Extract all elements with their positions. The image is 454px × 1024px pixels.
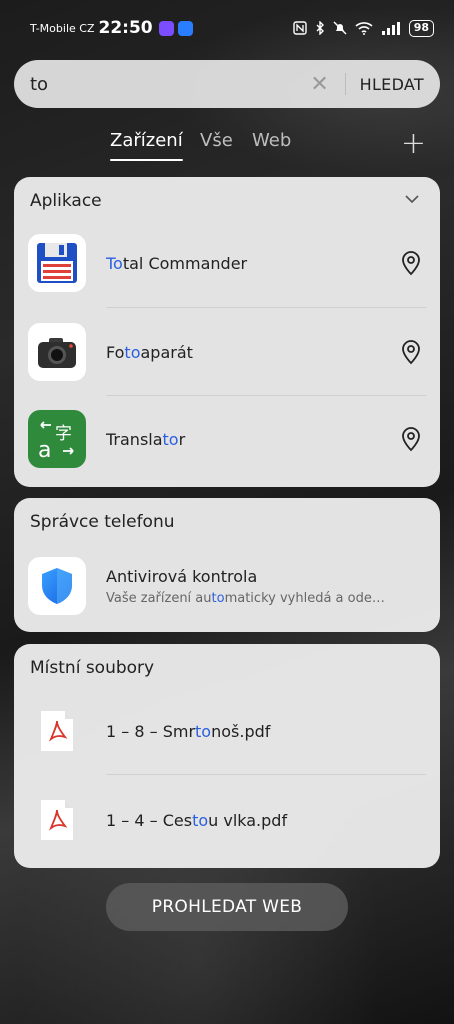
svg-text:字: 字 xyxy=(55,424,72,444)
carrier-name: T-Mobile CZ xyxy=(30,21,95,35)
label-part: Fo xyxy=(106,342,125,362)
local-files-section-title: Místní soubory xyxy=(30,658,155,678)
pdf-icon xyxy=(28,791,86,849)
desc-part: maticky vyhledá a ode… xyxy=(224,590,385,606)
antivirus-label: Antivirová kontrola xyxy=(106,566,258,586)
match-highlight: to xyxy=(124,342,141,362)
match-highlight: To xyxy=(106,253,123,273)
wifi-icon xyxy=(355,22,373,35)
app-label: Total Commander xyxy=(106,254,398,273)
row-divider xyxy=(106,307,426,308)
app-item-total-commander[interactable]: Total Commander xyxy=(14,233,440,293)
shield-icon xyxy=(28,557,86,615)
signal-icon xyxy=(381,22,400,35)
app-item-translator[interactable]: a 字 Translator xyxy=(14,409,440,469)
messenger-notification-icon xyxy=(177,20,193,36)
app-label: Translator xyxy=(106,430,398,449)
search-input[interactable] xyxy=(30,73,305,95)
match-highlight: to xyxy=(192,810,209,830)
file-item[interactable]: 1 – 8 – Smrtonoš.pdf xyxy=(14,701,440,761)
antivirus-item[interactable]: Antivirová kontrola Vaše zařízení automa… xyxy=(14,556,440,616)
phone-manager-card: Správce telefonu Antivirová kontrola Vaš… xyxy=(14,498,440,632)
label-part: aparát xyxy=(140,342,193,362)
chevron-down-icon[interactable] xyxy=(404,191,420,207)
add-icon[interactable]: + xyxy=(401,126,426,162)
tab-all[interactable]: Vše xyxy=(200,130,233,151)
search-web-button[interactable]: PROHLEDAT WEB xyxy=(106,883,348,931)
status-icons: 98 xyxy=(292,19,434,37)
label-part: noš.pdf xyxy=(211,721,271,741)
match-highlight: to xyxy=(211,590,225,606)
row-divider xyxy=(106,774,426,775)
mute-icon xyxy=(333,21,347,35)
phone-manager-section-title: Správce telefonu xyxy=(30,512,175,532)
translate-icon: a 字 xyxy=(28,410,86,468)
desc-part: Vaše zařízení au xyxy=(106,590,212,606)
match-highlight: to xyxy=(162,429,179,449)
search-bar: ✕ HLEDAT xyxy=(14,60,440,108)
file-label: 1 – 8 – Smrtonoš.pdf xyxy=(106,722,440,741)
status-bar: T-Mobile CZ 22:50 98 xyxy=(0,0,454,56)
label-part: tal Commander xyxy=(122,253,248,273)
file-item[interactable]: 1 – 4 – Cestou vlka.pdf xyxy=(14,790,440,850)
file-label: 1 – 4 – Cestou vlka.pdf xyxy=(106,811,440,830)
clear-icon[interactable]: ✕ xyxy=(305,72,335,97)
apps-section-title: Aplikace xyxy=(30,191,102,211)
location-pin-icon[interactable] xyxy=(398,426,424,452)
location-pin-icon[interactable] xyxy=(398,250,424,276)
local-files-card: Místní soubory 1 – 8 – Smrtonoš.pdf 1 – … xyxy=(14,644,440,868)
row-divider xyxy=(106,395,426,396)
svg-text:a: a xyxy=(38,438,51,461)
label-part: 1 – 8 – Smr xyxy=(106,721,196,741)
tab-web[interactable]: Web xyxy=(252,130,291,151)
floppy-disk-icon xyxy=(28,234,86,292)
search-submit-button[interactable]: HLEDAT xyxy=(360,75,424,94)
location-pin-icon[interactable] xyxy=(398,339,424,365)
camera-icon xyxy=(28,323,86,381)
nfc-icon xyxy=(292,21,307,35)
match-highlight: to xyxy=(195,721,212,741)
label-part: u vlka.pdf xyxy=(208,810,288,830)
antivirus-text: Antivirová kontrola Vaše zařízení automa… xyxy=(106,567,440,606)
battery-level: 98 xyxy=(408,19,434,37)
clock: 22:50 xyxy=(98,18,153,38)
search-divider xyxy=(344,73,346,95)
pdf-icon xyxy=(28,702,86,760)
label-part: r xyxy=(178,429,186,449)
app-item-camera[interactable]: Fotoaparát xyxy=(14,322,440,382)
tab-device[interactable]: Zařízení xyxy=(110,130,183,161)
app-label: Fotoaparát xyxy=(106,343,398,362)
label-part: Transla xyxy=(106,429,163,449)
label-part: 1 – 4 – Ces xyxy=(106,810,193,830)
bluetooth-icon xyxy=(316,21,324,35)
notification-app-icon xyxy=(158,20,174,36)
antivirus-description: Vaše zařízení automaticky vyhledá a ode… xyxy=(106,591,426,606)
apps-card: Aplikace Total Commander Fotoaparát a 字 … xyxy=(14,177,440,487)
scope-tabs: Zařízení Vše Web xyxy=(0,126,454,166)
